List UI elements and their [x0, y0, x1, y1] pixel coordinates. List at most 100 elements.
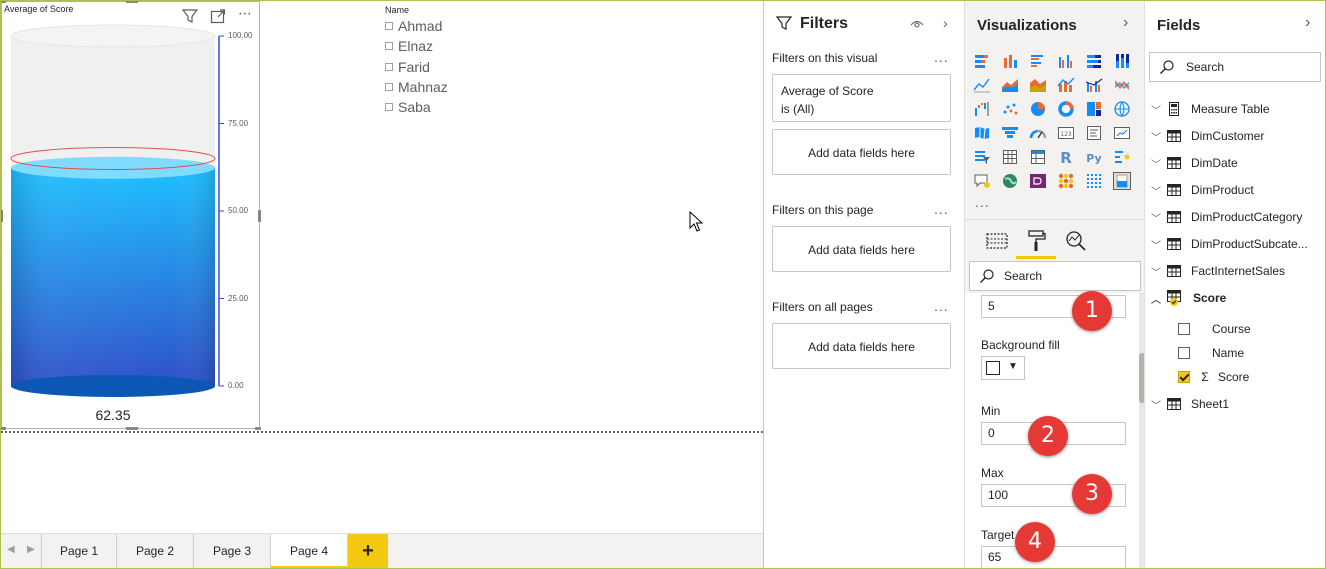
slicer-checkbox[interactable] [385, 22, 393, 30]
line-chart-icon[interactable] [973, 76, 991, 94]
more-options-icon[interactable]: ... [934, 298, 949, 314]
gauge-chart-icon[interactable] [1029, 124, 1047, 142]
field-table-factinternetsales[interactable]: ﹀ FactInternetSales [1151, 261, 1323, 281]
100-stacked-bar-chart-icon[interactable] [1085, 52, 1103, 70]
slicer-icon[interactable] [973, 148, 991, 166]
resize-handle-tl[interactable] [0, 0, 6, 3]
slicer-checkbox[interactable] [385, 42, 393, 50]
resize-handle-left[interactable] [0, 210, 3, 222]
key-influencers-icon[interactable] [1113, 148, 1131, 166]
line-and-clustered-column-icon[interactable] [1085, 76, 1103, 94]
slicer-item[interactable]: Farid [385, 59, 430, 75]
waterfall-chart-icon[interactable] [973, 100, 991, 118]
ribbon-chart-icon[interactable] [1113, 76, 1131, 94]
qna-icon[interactable] [973, 172, 991, 190]
slicer-checkbox[interactable] [385, 103, 393, 111]
background-fill-color-picker[interactable]: ▼ [981, 356, 1025, 380]
resize-handle-right[interactable] [258, 210, 261, 222]
pie-chart-icon[interactable] [1029, 100, 1047, 118]
slicer-checkbox[interactable] [385, 83, 393, 91]
page-tab-4[interactable]: Page 4 [271, 534, 348, 569]
chevron-down-icon[interactable]: ﹀ [1151, 237, 1165, 252]
stacked-column-chart-icon[interactable] [1001, 52, 1019, 70]
page-tab-2[interactable]: Page 2 [117, 534, 194, 569]
more-visuals-icon[interactable]: ... [975, 194, 990, 210]
field-table-dimproductsubcategory[interactable]: ﹀ DimProductSubcate... [1151, 234, 1323, 254]
resize-handle-bl[interactable] [0, 427, 6, 430]
chevron-down-icon[interactable]: ﹀ [1151, 156, 1165, 171]
multi-row-card-icon[interactable] [1085, 124, 1103, 142]
funnel-chart-icon[interactable] [1001, 124, 1019, 142]
field-table-score[interactable]: ︿ Score [1151, 288, 1323, 308]
field-item-course[interactable]: Course [1178, 319, 1251, 339]
cylinder-custom-visual-icon[interactable] [1113, 172, 1131, 190]
table-visual-icon[interactable] [1001, 148, 1019, 166]
field-checkbox[interactable] [1178, 347, 1190, 359]
matrix-icon[interactable] [1029, 148, 1047, 166]
fields-well-tab-icon[interactable] [984, 228, 1010, 254]
resize-handle-br[interactable] [255, 427, 261, 430]
chevron-down-icon[interactable]: ﹀ [1151, 183, 1165, 198]
kpi-icon[interactable] [1113, 124, 1131, 142]
100-stacked-column-chart-icon[interactable] [1113, 52, 1131, 70]
treemap-icon[interactable] [1085, 100, 1103, 118]
report-canvas[interactable]: Average of Score ⋯ 100.00 75.00 50.00 25… [0, 0, 763, 533]
chevron-down-icon[interactable]: ﹀ [1151, 210, 1165, 225]
r-script-visual-icon[interactable]: R [1057, 148, 1075, 166]
chevron-up-icon[interactable]: ︿ [1151, 291, 1165, 306]
python-visual-icon[interactable]: Py [1085, 148, 1103, 166]
stacked-area-chart-icon[interactable] [1029, 76, 1047, 94]
scatter-chart-icon[interactable] [1001, 100, 1019, 118]
field-table-dimdate[interactable]: ﹀ DimDate [1151, 153, 1323, 173]
slicer-checkbox[interactable] [385, 63, 393, 71]
slicer-item[interactable]: Ahmad [385, 18, 442, 34]
filled-map-icon[interactable] [973, 124, 991, 142]
stacked-bar-chart-icon[interactable] [973, 52, 991, 70]
tab-scroll-left-icon[interactable]: ◀ [7, 544, 15, 555]
collapse-fields-chevron-icon[interactable]: › [1305, 14, 1310, 32]
slicer-item[interactable]: Mahnaz [385, 79, 448, 95]
chevron-down-icon[interactable]: ﹀ [1151, 102, 1165, 117]
add-data-fields-all-pages[interactable]: Add data fields here [772, 323, 951, 369]
page-tab-1[interactable]: Page 1 [41, 534, 117, 569]
tab-scroll-right-icon[interactable]: ▶ [27, 544, 35, 555]
chevron-down-icon[interactable]: ﹀ [1151, 129, 1165, 144]
field-table-dimproduct[interactable]: ﹀ DimProduct [1151, 180, 1323, 200]
more-options-icon[interactable]: ... [934, 49, 949, 65]
field-table-measure-table[interactable]: ﹀ Measure Table [1151, 99, 1323, 119]
donut-chart-icon[interactable] [1057, 100, 1075, 118]
add-data-fields-visual[interactable]: Add data fields here [772, 129, 951, 175]
chevron-down-icon[interactable]: ﹀ [1151, 397, 1165, 412]
card-icon[interactable]: 123 [1057, 124, 1075, 142]
field-item-score[interactable]: Σ Score [1178, 367, 1249, 387]
field-checkbox[interactable] [1178, 323, 1190, 335]
collapse-filters-chevron-icon[interactable]: › [943, 15, 948, 31]
eye-icon[interactable] [910, 17, 924, 35]
field-table-sheet1[interactable]: ﹀ Sheet1 [1151, 394, 1323, 414]
resize-handle-top[interactable] [126, 0, 138, 3]
dot-matrix-icon[interactable] [1085, 172, 1103, 190]
slicer-item[interactable]: Elnaz [385, 38, 433, 54]
add-data-fields-page[interactable]: Add data fields here [772, 226, 951, 272]
arcgis-map-icon[interactable] [1001, 172, 1019, 190]
collapse-visualizations-chevron-icon[interactable]: › [1123, 14, 1128, 32]
cylinder-gauge-visual[interactable]: Average of Score ⋯ 100.00 75.00 50.00 25… [0, 0, 261, 430]
bubble-grid-icon[interactable] [1057, 172, 1075, 190]
field-checkbox-checked[interactable] [1178, 371, 1190, 383]
clustered-bar-chart-icon[interactable] [1029, 52, 1047, 70]
paint-roller-format-icon[interactable] [1023, 228, 1049, 254]
page-tab-3[interactable]: Page 3 [194, 534, 271, 569]
more-options-icon[interactable]: ... [934, 201, 949, 217]
clustered-column-chart-icon[interactable] [1057, 52, 1075, 70]
area-chart-icon[interactable] [1001, 76, 1019, 94]
field-table-dimcustomer[interactable]: ﹀ DimCustomer [1151, 126, 1323, 146]
resize-handle-bottom[interactable] [126, 427, 138, 430]
power-apps-icon[interactable] [1029, 172, 1047, 190]
analytics-magnifier-icon[interactable] [1063, 228, 1089, 254]
line-and-column-chart-icon[interactable] [1057, 76, 1075, 94]
field-table-dimproductcategory[interactable]: ﹀ DimProductCategory [1151, 207, 1323, 227]
chevron-down-icon[interactable]: ﹀ [1151, 264, 1165, 279]
add-page-button[interactable]: + [348, 534, 388, 569]
slicer-item[interactable]: Saba [385, 99, 431, 115]
map-icon[interactable] [1113, 100, 1131, 118]
